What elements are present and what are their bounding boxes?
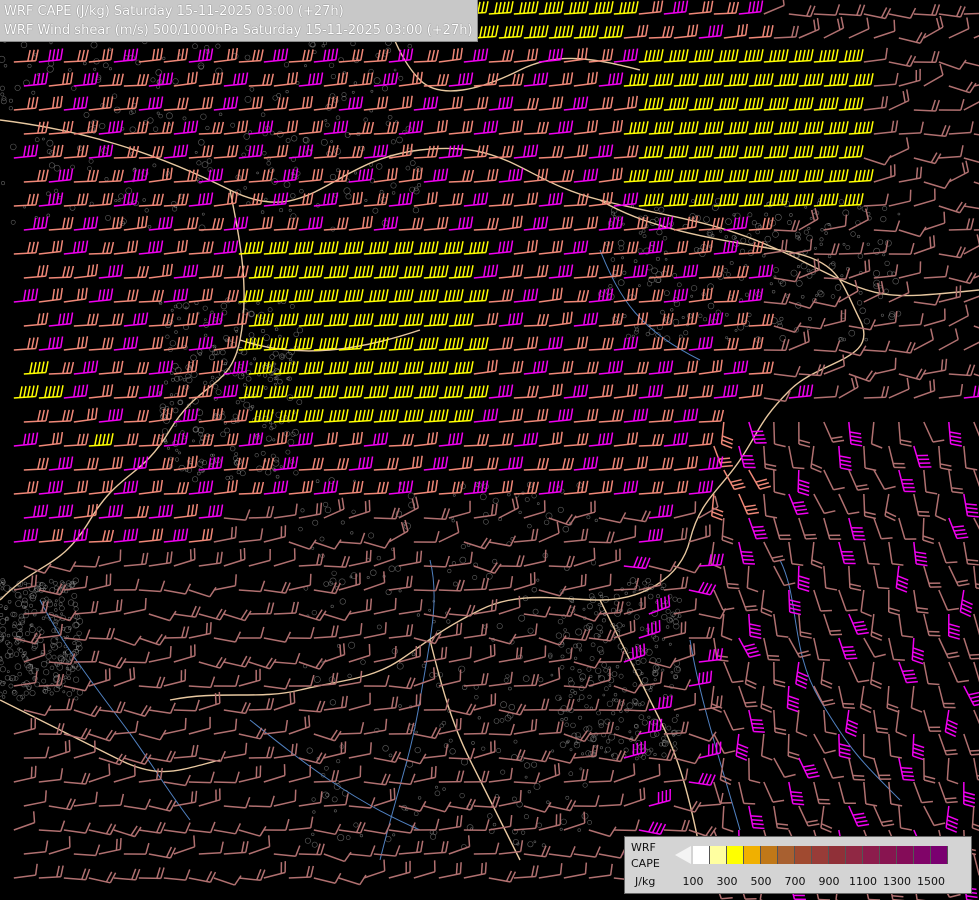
- wind-shear-map: [0, 0, 979, 900]
- legend-swatch: [931, 846, 948, 864]
- legend-swatch: [863, 846, 880, 864]
- cape-title: WRF CAPE (J/kg) Saturday 15-11-2025 03:0…: [4, 4, 344, 19]
- legend-tick-label: 1300: [883, 875, 911, 888]
- legend-tick-label: 100: [682, 875, 704, 888]
- legend-swatch: [897, 846, 914, 864]
- legend-swatch: [727, 846, 744, 864]
- legend-swatch: [812, 846, 829, 864]
- cape-legend: WRF CAPE J/kg 100 300 500 700 900 1100 1300 150…: [624, 836, 972, 894]
- legend-swatch: [693, 846, 710, 864]
- legend-model-label: WRF: [631, 841, 656, 854]
- legend-swatch: [846, 846, 863, 864]
- legend-unit: J/kg: [635, 875, 656, 888]
- legend-tick-label: 1500: [917, 875, 945, 888]
- shear-title: WRF Wind shear (m/s) 500/1000hPa Saturda…: [4, 23, 473, 38]
- legend-swatch: [744, 846, 761, 864]
- legend-swatch: [710, 846, 727, 864]
- legend-field-label: CAPE: [631, 857, 660, 870]
- legend-swatch: [795, 846, 812, 864]
- legend-swatch: [914, 846, 931, 864]
- legend-tick-label: 700: [784, 875, 806, 888]
- legend-tick-label: 300: [716, 875, 738, 888]
- legend-tick-label: 900: [818, 875, 840, 888]
- legend-swatch: [880, 846, 897, 864]
- legend-tick-label: 1100: [849, 875, 877, 888]
- legend-swatch: [778, 846, 795, 864]
- legend-swatch: [761, 846, 778, 864]
- legend-tick-label: 500: [750, 875, 772, 888]
- map-title-box: WRF CAPE (J/kg) Saturday 15-11-2025 03:0…: [0, 0, 478, 42]
- legend-swatch: [829, 846, 846, 864]
- legend-low-arrow: [675, 846, 691, 864]
